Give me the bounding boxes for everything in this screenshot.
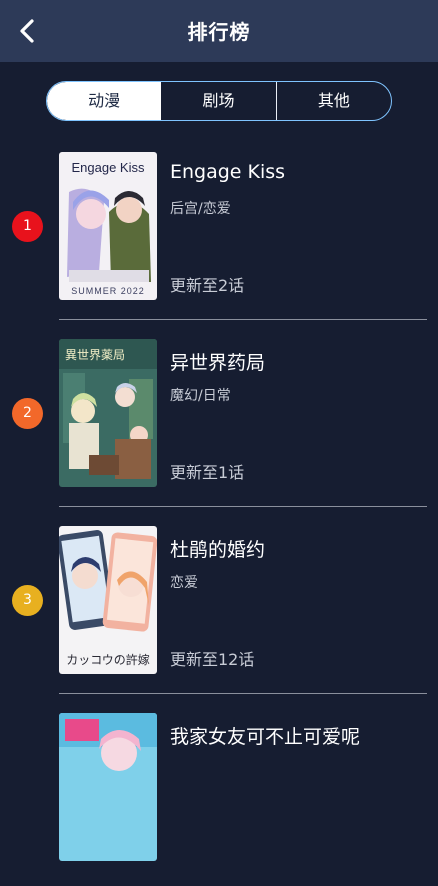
cover-image: 異世界薬局 <box>59 339 157 487</box>
anime-genre: 魔幻/日常 <box>170 388 231 404</box>
episode-update: 更新至12话 <box>170 650 255 669</box>
cover-title: Engage Kiss <box>72 160 145 175</box>
anime-genre: 恋爱 <box>170 575 198 591</box>
divider <box>59 506 427 507</box>
cover-title: カッコウの許嫁 <box>66 652 150 667</box>
top-bar: 排行榜 <box>0 0 438 62</box>
tab-anime[interactable]: 动漫 <box>47 82 162 120</box>
cover-image: Engage Kiss SUMMER 2022 <box>59 152 157 300</box>
cover-image: カッコウの許嫁 <box>59 526 157 674</box>
rank-badge: 1 <box>12 211 43 242</box>
tab-theater[interactable]: 剧场 <box>161 82 275 120</box>
ranking-item[interactable]: 1 Engage Kiss SUMMER 2022 Engage Kiss 后宫… <box>0 138 438 325</box>
ranking-item[interactable]: 3 カッコウの許嫁 杜鹃的婚约 恋爱 更新至12话 <box>0 512 438 699</box>
divider <box>59 319 427 320</box>
divider <box>59 693 427 694</box>
cover-title: 異世界薬局 <box>65 348 125 362</box>
ranking-list: 1 Engage Kiss SUMMER 2022 Engage Kiss 后宫… <box>0 138 438 886</box>
rank-badge: 2 <box>12 398 43 429</box>
episode-update: 更新至2话 <box>170 276 245 295</box>
ranking-item[interactable]: 2 異世界薬局 异世界药局 魔幻/日常 更新至1话 <box>0 325 438 512</box>
tab-other[interactable]: 其他 <box>275 82 391 120</box>
anime-title: 异世界药局 <box>170 352 266 374</box>
anime-genre: 后宫/恋爱 <box>170 201 231 217</box>
rank-badge: 3 <box>12 585 43 616</box>
anime-title: 我家女友可不止可爱呢 <box>170 726 361 748</box>
cover-image <box>59 713 157 861</box>
cover-subtitle: SUMMER 2022 <box>71 286 145 296</box>
page-title: 排行榜 <box>187 20 251 44</box>
ranking-item[interactable]: 我家女友可不止可爱呢 <box>0 699 438 886</box>
category-tabs: 动漫 剧场 其他 <box>46 81 392 121</box>
anime-title: 杜鹃的婚约 <box>170 539 266 561</box>
episode-update: 更新至1话 <box>170 463 245 482</box>
anime-title: Engage Kiss <box>170 161 286 183</box>
